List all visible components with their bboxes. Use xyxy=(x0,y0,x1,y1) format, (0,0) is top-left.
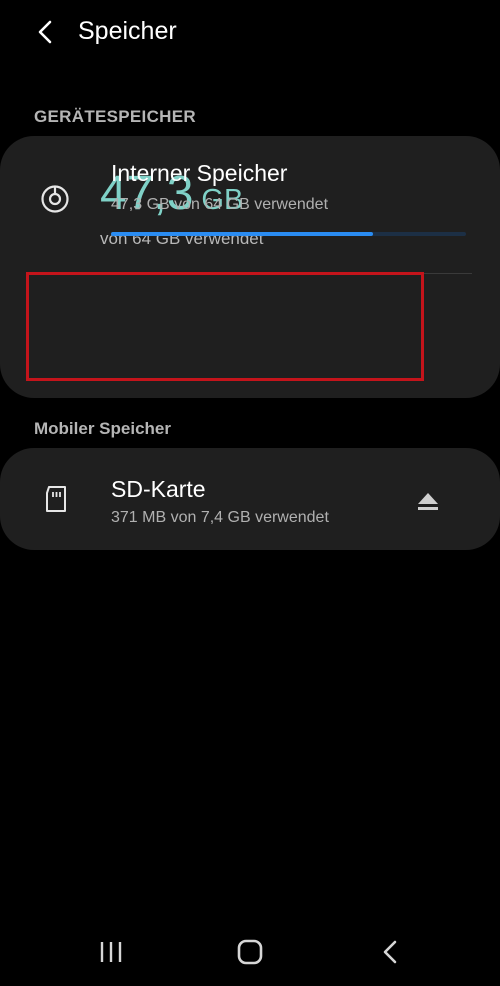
internal-storage-progress-fill xyxy=(111,232,374,236)
device-storage-section-label: GERÄTESPEICHER xyxy=(34,107,196,126)
mobile-storage-section-label: Mobiler Speicher xyxy=(34,419,171,438)
divider xyxy=(100,273,472,274)
sd-card-title: SD-Karte xyxy=(111,476,206,502)
eject-icon xyxy=(418,493,438,510)
internal-storage-title: Interner Speicher xyxy=(111,160,288,186)
nav-back-icon xyxy=(383,940,397,964)
home-button[interactable] xyxy=(230,934,270,970)
sd-card-subtitle: 371 MB von 7,4 GB verwendet xyxy=(111,509,329,526)
sd-card-icon xyxy=(43,485,69,513)
back-button[interactable] xyxy=(30,16,60,48)
nav-back-button[interactable] xyxy=(370,934,410,970)
page-title: Speicher xyxy=(78,17,177,45)
top-app-bar: Speicher xyxy=(0,0,500,66)
internal-storage-subtitle: 47,3 GB von 64 GB verwendet xyxy=(111,196,329,213)
back-arrow-icon xyxy=(38,20,52,44)
system-navigation-bar xyxy=(0,920,500,986)
recents-button[interactable] xyxy=(91,934,131,970)
recents-icon xyxy=(100,942,122,962)
internal-storage-progress xyxy=(111,232,466,236)
home-icon xyxy=(237,939,263,965)
internal-storage-item[interactable]: Interner Speicher 47,3 GB von 64 GB verw… xyxy=(0,138,500,262)
eject-button[interactable] xyxy=(410,486,446,516)
storage-disc-icon xyxy=(38,182,72,216)
